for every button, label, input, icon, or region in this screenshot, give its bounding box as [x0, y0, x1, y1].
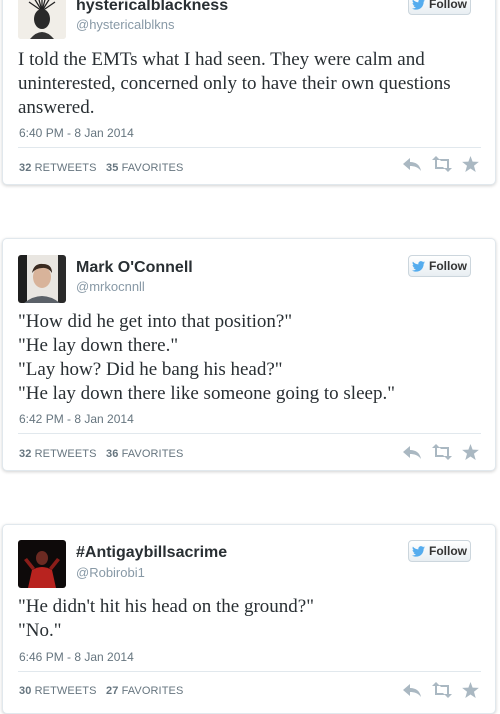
tweet-line: "No.": [18, 620, 62, 641]
twitter-bird-icon: [412, 0, 425, 10]
favorite-star-icon[interactable]: [462, 156, 479, 172]
tweet-actions: [402, 156, 479, 172]
retweets-label: RETWEETS: [34, 448, 97, 460]
favorite-count[interactable]: 36: [106, 448, 118, 460]
retweets-label: RETWEETS: [34, 685, 97, 697]
tweet-text: I told the EMTs what I had seen. They we…: [18, 48, 475, 120]
retweet-count[interactable]: 32: [19, 162, 31, 174]
divider: [18, 433, 481, 434]
retweet-icon[interactable]: [432, 156, 452, 172]
tweet-card: #Antigaybillsacrime @Robirobi1 Follow "H…: [2, 524, 496, 714]
user-handle[interactable]: @hystericalblkns: [76, 17, 174, 32]
retweet-icon[interactable]: [432, 444, 452, 460]
avatar-image: [18, 0, 66, 39]
user-handle[interactable]: @mrkocnnll: [76, 279, 145, 294]
tweet-timestamp[interactable]: 6:42 PM - 8 Jan 2014: [19, 412, 134, 426]
tweet-timestamp[interactable]: 6:46 PM - 8 Jan 2014: [19, 650, 134, 664]
user-name[interactable]: hystericalblackness: [76, 0, 228, 15]
retweet-count[interactable]: 30: [19, 685, 31, 697]
twitter-bird-icon: [412, 545, 425, 557]
tweet-text: "How did he get into that position?" "He…: [18, 310, 475, 406]
twitter-bird-icon: [412, 260, 425, 272]
tweet-timestamp[interactable]: 6:40 PM - 8 Jan 2014: [19, 126, 134, 140]
user-handle[interactable]: @Robirobi1: [76, 565, 145, 580]
avatar[interactable]: [18, 540, 66, 588]
favorite-count[interactable]: 35: [106, 162, 118, 174]
tweet-line: "He lay down there.": [18, 335, 179, 356]
tweet-line: answered.: [18, 97, 95, 118]
follow-button[interactable]: Follow: [408, 255, 471, 277]
tweet-line: "Lay how? Did he bang his head?": [18, 359, 283, 380]
tweet-actions: [402, 444, 479, 460]
follow-label: Follow: [429, 0, 467, 11]
tweet-card: hystericalblackness @hystericalblkns Fol…: [2, 0, 496, 185]
avatar-image: [18, 255, 66, 303]
user-name[interactable]: #Antigaybillsacrime: [76, 544, 227, 562]
avatar[interactable]: [18, 0, 66, 39]
retweet-count[interactable]: 32: [19, 448, 31, 460]
divider: [18, 147, 481, 148]
tweet-stats: 32 RETWEETS 36 FAVORITES: [19, 448, 183, 460]
tweet-text: "He didn't hit his head on the ground?" …: [18, 595, 475, 643]
tweet-stats: 30 RETWEETS 27 FAVORITES: [19, 685, 183, 697]
tweet-line: "He didn't hit his head on the ground?": [18, 596, 314, 617]
follow-label: Follow: [429, 544, 467, 558]
reply-icon[interactable]: [402, 444, 422, 460]
reply-icon[interactable]: [402, 156, 422, 172]
favorite-star-icon[interactable]: [462, 444, 479, 460]
divider: [18, 671, 481, 672]
favorites-label: FAVORITES: [121, 685, 184, 697]
tweet-card: Mark O'Connell @mrkocnnll Follow "How di…: [2, 238, 496, 471]
avatar[interactable]: [18, 255, 66, 303]
favorites-label: FAVORITES: [121, 162, 184, 174]
favorites-label: FAVORITES: [121, 448, 184, 460]
user-name[interactable]: Mark O'Connell: [76, 259, 193, 277]
follow-button[interactable]: Follow: [408, 0, 471, 15]
follow-label: Follow: [429, 259, 467, 273]
tweet-stats: 32 RETWEETS 35 FAVORITES: [19, 162, 183, 174]
follow-button[interactable]: Follow: [408, 540, 471, 562]
tweet-line: "How did he get into that position?": [18, 311, 293, 332]
favorite-count[interactable]: 27: [106, 685, 118, 697]
tweet-line: uninterested, concerned only to have the…: [18, 73, 451, 94]
tweet-line: I told the EMTs what I had seen. They we…: [18, 49, 425, 70]
retweets-label: RETWEETS: [34, 162, 97, 174]
tweet-line: "He lay down there like someone going to…: [18, 383, 395, 404]
avatar-image: [18, 540, 66, 588]
